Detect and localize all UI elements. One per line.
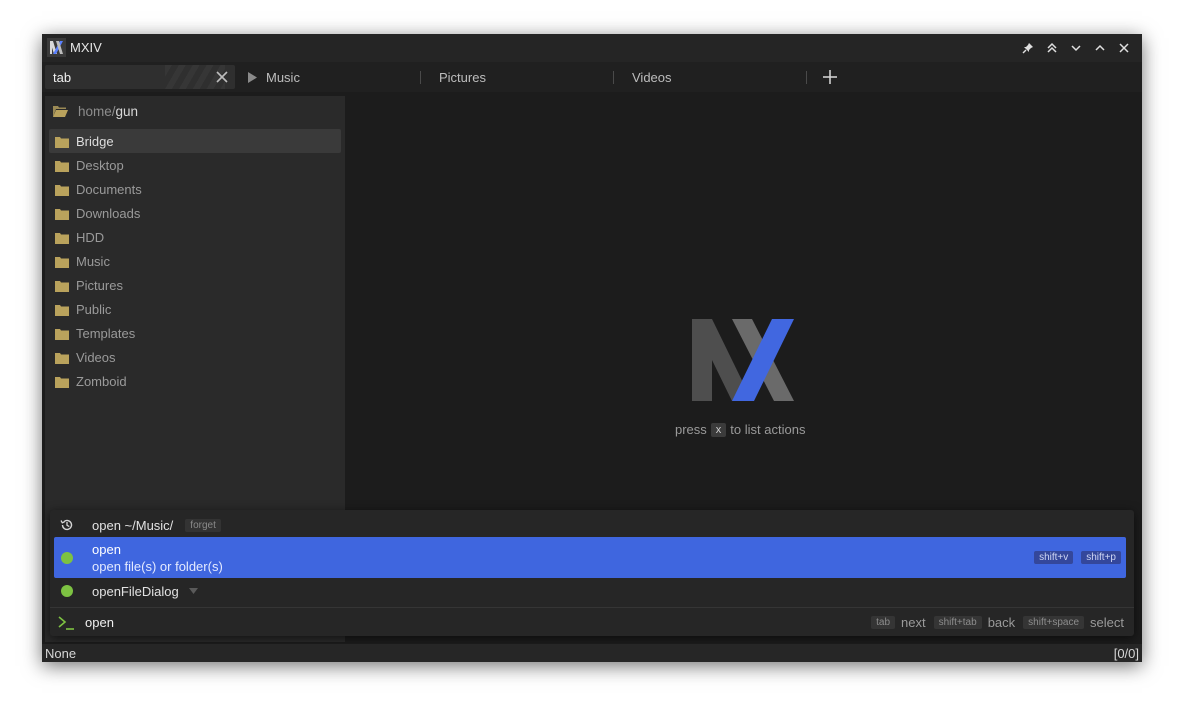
hint-label: back <box>987 615 1016 630</box>
palette-item-description: open file(s) or folder(s) <box>92 558 223 574</box>
sidebar-item-hdd[interactable]: HDD <box>49 225 341 249</box>
tab-divider <box>420 71 421 84</box>
pin-icon[interactable] <box>1016 38 1040 58</box>
sidebar-item-documents[interactable]: Documents <box>49 177 341 201</box>
tab-pictures[interactable]: Pictures <box>439 62 486 92</box>
sidebar-item-label: Pictures <box>76 277 123 293</box>
folder-icon <box>55 184 69 196</box>
sidebar-item-downloads[interactable]: Downloads <box>49 201 341 225</box>
tab-divider <box>613 71 614 84</box>
folder-icon <box>55 256 69 268</box>
hint-label: select <box>1090 615 1124 630</box>
play-icon <box>247 71 257 83</box>
status-dot-icon <box>60 551 74 565</box>
sidebar-item-label: Templates <box>76 325 136 341</box>
folder-icon <box>55 208 69 220</box>
search-input[interactable] <box>53 65 203 89</box>
sidebar-item-templates[interactable]: Templates <box>49 321 341 345</box>
tab-label: Videos <box>632 69 672 85</box>
sidebar-item-videos[interactable]: Videos <box>49 345 341 369</box>
window-title: MXIV <box>70 40 102 55</box>
folder-list: Bridge Desktop Documents Downloads HDD Music P… <box>49 129 341 393</box>
double-chevron-up-icon[interactable] <box>1040 38 1064 58</box>
shortcut-badge: shift+v <box>1034 551 1074 564</box>
sidebar-item-label: Music <box>76 253 110 269</box>
app-window: MXIV tab Music Pictures Videos home/gun … <box>42 34 1142 662</box>
shortcut-badge: shift+p <box>1081 551 1121 564</box>
sidebar-item-label: Videos <box>76 349 116 365</box>
app-logo-icon <box>47 38 66 57</box>
command-palette: open ~/Music/ forget open open file(s) o… <box>50 510 1134 636</box>
sidebar-item-label: HDD <box>76 229 105 245</box>
action-hint: press x to list actions <box>675 422 806 437</box>
tab-label: Pictures <box>439 69 486 85</box>
keyboard-hints: tab next shift+tab back shift+space sele… <box>863 615 1124 630</box>
sidebar-item-bridge[interactable]: Bridge <box>49 129 341 153</box>
folder-icon <box>55 160 69 172</box>
sidebar-item-desktop[interactable]: Desktop <box>49 153 341 177</box>
sidebar-item-label: Downloads <box>76 205 141 221</box>
palette-selected-item[interactable]: open open file(s) or folder(s) shift+v s… <box>54 537 1126 578</box>
history-icon <box>60 518 74 532</box>
status-bar: None [0/0] <box>42 644 1142 662</box>
sidebar-item-label: Zomboid <box>76 373 127 389</box>
command-input-row[interactable]: open tab next shift+tab back shift+space… <box>50 607 1134 637</box>
add-tab-icon[interactable] <box>823 62 837 92</box>
hint-key: shift+tab <box>933 616 982 629</box>
sidebar-item-label: Bridge <box>76 133 114 149</box>
folder-icon <box>55 304 69 316</box>
folder-icon <box>55 280 69 292</box>
breadcrumb-current[interactable]: gun <box>116 104 139 119</box>
folder-icon <box>55 376 69 388</box>
sidebar-item-zomboid[interactable]: Zomboid <box>49 369 341 393</box>
palette-item-title: open <box>92 541 121 557</box>
breadcrumb-parent[interactable]: home/ <box>78 104 116 119</box>
command-input[interactable]: open <box>85 615 114 630</box>
hint-label: next <box>901 615 926 630</box>
chevron-up-icon[interactable] <box>1088 38 1112 58</box>
search-box[interactable] <box>45 65 235 89</box>
tab-music[interactable]: Music <box>247 62 300 92</box>
sidebar-item-music[interactable]: Music <box>49 249 341 273</box>
breadcrumb[interactable]: home/gun <box>45 96 345 126</box>
folder-icon <box>55 328 69 340</box>
forget-tag[interactable]: forget <box>185 518 221 532</box>
title-bar: MXIV <box>42 34 1142 62</box>
sidebar-item-pictures[interactable]: Pictures <box>49 273 341 297</box>
tab-videos[interactable]: Videos <box>632 62 672 92</box>
palette-item-openfiledialog[interactable]: openFileDialog <box>54 580 1126 602</box>
hint-key: shift+space <box>1023 616 1085 629</box>
status-counter: [0/0] <box>1113 646 1139 661</box>
folder-icon <box>55 352 69 364</box>
tab-divider <box>806 71 807 84</box>
folder-icon <box>55 136 69 148</box>
palette-item-label: openFileDialog <box>92 583 179 599</box>
status-dot-icon <box>60 584 74 598</box>
sidebar-item-label: Desktop <box>76 157 124 173</box>
folder-open-icon <box>53 105 68 117</box>
hint-key: x <box>710 422 727 437</box>
palette-item-label: open ~/Music/ <box>92 517 174 533</box>
app-logo <box>692 319 794 401</box>
clear-icon[interactable] <box>215 70 229 84</box>
terminal-prompt-icon <box>58 615 75 630</box>
sidebar-item-label: Documents <box>76 181 142 197</box>
folder-icon <box>55 232 69 244</box>
close-icon[interactable] <box>1112 38 1136 58</box>
caret-down-icon[interactable] <box>188 588 198 594</box>
palette-history-item[interactable]: open ~/Music/ forget <box>54 514 1126 536</box>
tab-label: Music <box>266 69 300 85</box>
chevron-down-icon[interactable] <box>1064 38 1088 58</box>
sidebar-item-label: Public <box>76 301 112 317</box>
tab-bar: Music Pictures Videos <box>42 62 1142 92</box>
sidebar-item-public[interactable]: Public <box>49 297 341 321</box>
hint-key: tab <box>871 616 896 629</box>
status-text: None <box>45 646 77 661</box>
